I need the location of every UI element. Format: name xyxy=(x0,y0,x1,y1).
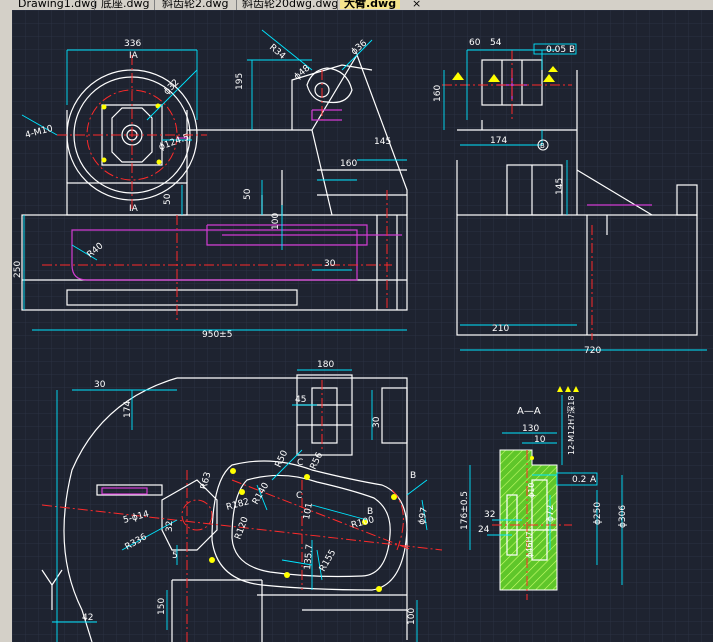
tab-close-icon[interactable]: × xyxy=(412,0,421,9)
dim-phi250: ϕ250 xyxy=(593,502,603,525)
tab-helical-gear-20[interactable]: 斜齿轮20dwg.dwg xyxy=(242,0,338,9)
dim-145-right: 145 xyxy=(555,178,565,195)
flatness-tolerance: 0.05 xyxy=(546,45,566,55)
dim-160: 160 xyxy=(340,159,357,169)
datum-bubble-label: B xyxy=(540,142,545,150)
dim-160-right: 160 xyxy=(433,85,443,102)
dim-130: 130 xyxy=(522,424,539,434)
label-c1: C xyxy=(297,458,303,468)
tab-separator xyxy=(94,0,95,10)
dim-32-bottom: 32 xyxy=(165,521,175,532)
dim-54: 54 xyxy=(490,38,502,48)
dim-180: 180 xyxy=(317,360,334,370)
dim-60: 60 xyxy=(469,38,481,48)
dim-100-bottom: 100 xyxy=(407,608,417,625)
label-b: B xyxy=(410,471,416,481)
tab-drawing1[interactable]: Drawing1.dwg xyxy=(18,0,97,9)
dim-12-m12h7: 12-M12H7深18 xyxy=(567,396,576,455)
tolerance-value: 0.2 xyxy=(572,475,586,485)
label-b2: B xyxy=(367,507,373,517)
flatness-datum: B xyxy=(569,45,575,55)
dim-30-vertical: 30 xyxy=(372,416,382,428)
dim-100: 100 xyxy=(271,213,281,230)
dim-32-section: 32 xyxy=(484,510,495,520)
dim-174-bottom: 174 xyxy=(123,401,133,418)
dim-42: 42 xyxy=(82,613,93,623)
cad-model-space[interactable]: 336 IA IA 195 160 145 50 50 100 30 250 9… xyxy=(12,10,713,642)
dim-phi46h7: ϕ46H7 xyxy=(525,531,534,558)
dim-10: 10 xyxy=(534,435,546,445)
dim-720: 720 xyxy=(584,346,601,356)
section-title: A—A xyxy=(517,406,541,417)
section-label-ia: IA xyxy=(129,51,139,61)
dim-150: 150 xyxy=(157,598,167,615)
dim-176: 176±0.5 xyxy=(460,491,470,530)
dim-30-bottom: 30 xyxy=(94,380,106,390)
dim-24: 24 xyxy=(478,525,490,535)
tab-helical-gear-2[interactable]: 斜齿轮2.dwg xyxy=(162,0,228,9)
tab-separator xyxy=(337,0,338,10)
dim-210: 210 xyxy=(492,324,509,334)
dim-50: 50 xyxy=(243,188,253,200)
tolerance-datum: A xyxy=(590,475,597,485)
dim-phi10: ϕ10 xyxy=(527,483,536,498)
dim-phi72: ϕ72 xyxy=(546,505,556,522)
dim-5: 5 xyxy=(172,551,178,561)
tab-big-arm[interactable]: 大臂.dwg xyxy=(340,0,401,9)
label-c2: C xyxy=(296,491,302,501)
dim-174-right: 174 xyxy=(490,136,507,146)
section-label-ib: IA xyxy=(129,204,139,214)
dim-336: 336 xyxy=(124,39,141,49)
dim-50b: 50 xyxy=(163,193,173,205)
tab-separator xyxy=(236,0,237,10)
tab-separator xyxy=(154,0,155,10)
tab-base[interactable]: 底座.dwg xyxy=(101,0,149,9)
dim-30: 30 xyxy=(324,259,336,269)
dim-950: 950±5 xyxy=(202,330,232,340)
dim-195: 195 xyxy=(235,73,245,90)
dim-250: 250 xyxy=(13,261,23,278)
dim-145: 145 xyxy=(374,137,391,147)
dim-45: 45 xyxy=(295,395,306,405)
dim-phi306: ϕ306 xyxy=(618,505,628,528)
